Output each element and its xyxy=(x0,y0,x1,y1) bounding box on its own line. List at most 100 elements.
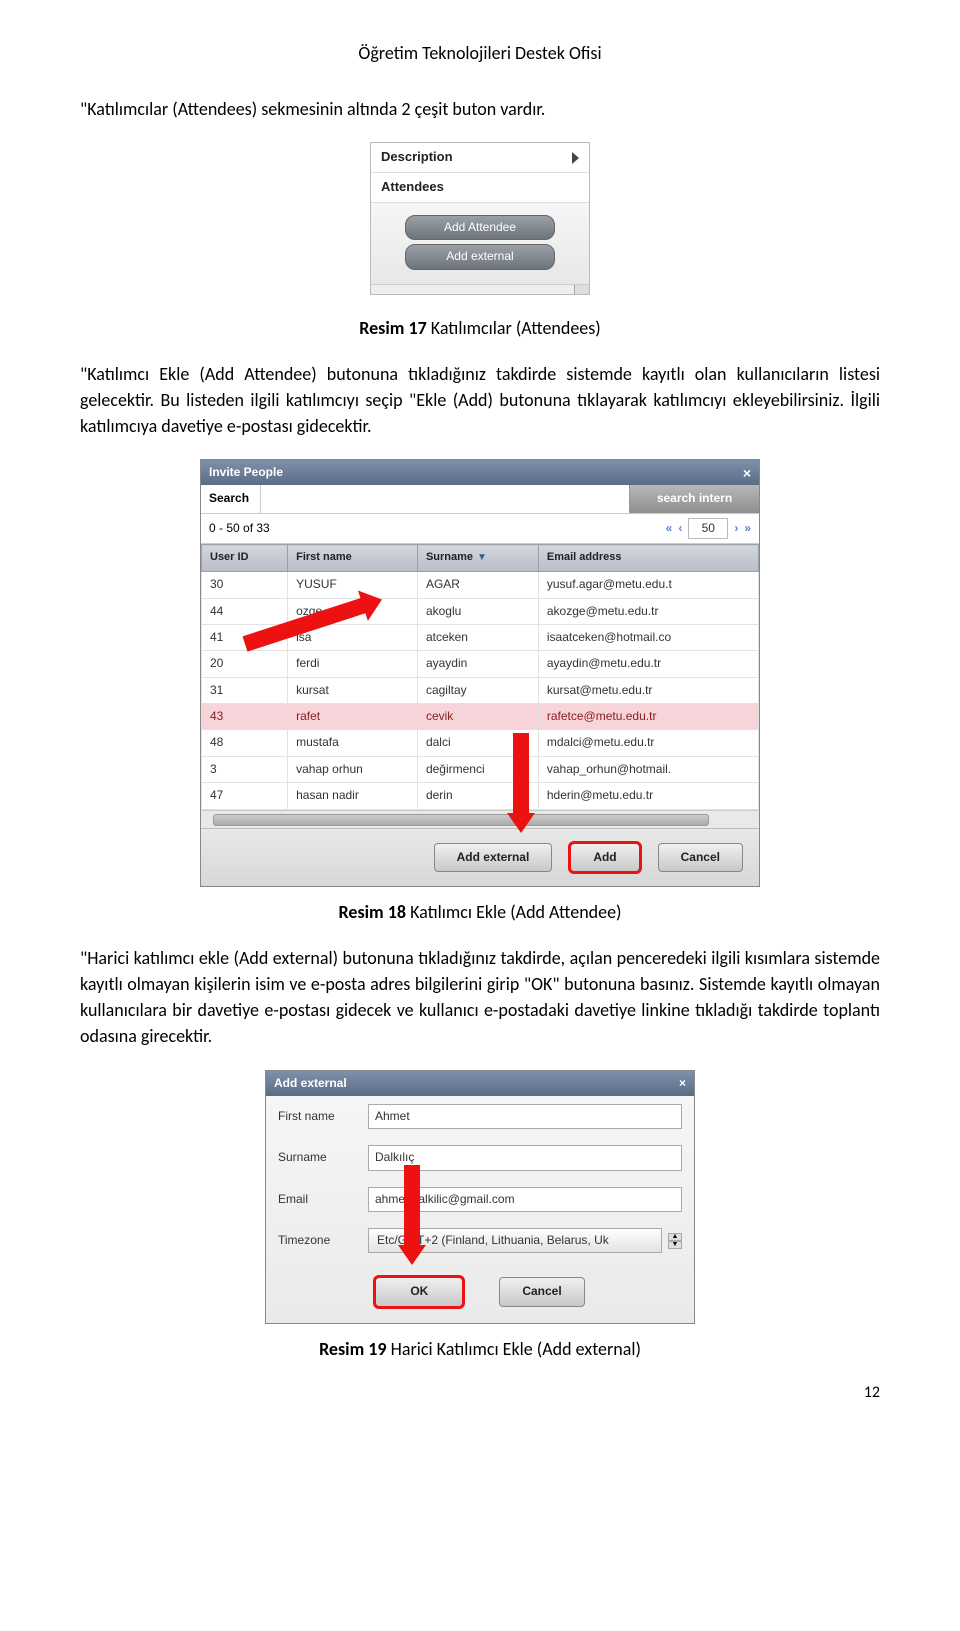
table-cell: yusuf.agar@metu.edu.t xyxy=(538,572,758,598)
attendees-panel: Description Attendees Add Attendee Add e… xyxy=(370,142,590,294)
table-cell: cevik xyxy=(417,704,538,730)
caption-text: Katılımcı Ekle (Add Attendee) xyxy=(406,901,621,923)
table-cell: 31 xyxy=(202,677,288,703)
figure-19: Add external × First name Ahmet Surname … xyxy=(80,1070,880,1362)
close-icon[interactable]: × xyxy=(679,1075,686,1092)
pager-next-icon[interactable]: › xyxy=(734,520,738,537)
table-cell: 47 xyxy=(202,783,288,809)
table-cell: 3 xyxy=(202,756,288,782)
table-cell: 48 xyxy=(202,730,288,756)
table-cell: kursat xyxy=(288,677,418,703)
table-cell: 20 xyxy=(202,651,288,677)
table-cell: ayaydin xyxy=(417,651,538,677)
table-cell: AGAR xyxy=(417,572,538,598)
caption-text: Katılımcılar (Attendees) xyxy=(427,317,601,339)
form-row-email: Email ahmet.dalkilic@gmail.com xyxy=(266,1179,694,1220)
table-cell: rafetce@metu.edu.tr xyxy=(538,704,758,730)
paragraph-3: "Harici katılımcı ekle (Add external) bu… xyxy=(80,945,880,1049)
add-button[interactable]: Add xyxy=(570,843,639,872)
table-cell: vahap orhun xyxy=(288,756,418,782)
accordion-label: Attendees xyxy=(381,178,444,197)
add-attendee-button[interactable]: Add Attendee xyxy=(405,215,555,240)
dialog-actions: OK Cancel xyxy=(266,1261,694,1320)
cancel-button[interactable]: Cancel xyxy=(658,843,743,872)
sort-asc-icon: ▼ xyxy=(477,552,487,563)
caption-label: Resim 17 xyxy=(359,317,427,339)
pager-prev-icon[interactable]: ‹ xyxy=(678,520,682,537)
email-label: Email xyxy=(278,1191,368,1208)
table-cell: kursat@metu.edu.tr xyxy=(538,677,758,703)
pager-first-icon[interactable]: « xyxy=(666,520,673,537)
spinner-icon[interactable]: ▲▼ xyxy=(668,1233,682,1249)
cancel-button[interactable]: Cancel xyxy=(499,1277,584,1306)
search-label: Search xyxy=(201,485,261,512)
table-cell: isaatceken@hotmail.co xyxy=(538,624,758,650)
table-cell: 44 xyxy=(202,598,288,624)
first-name-label: First name xyxy=(278,1108,368,1125)
dialog-actions: Add external Add Cancel xyxy=(201,828,759,886)
accordion-row-description[interactable]: Description xyxy=(371,143,589,172)
form-row-surname: Surname Dalkılıç xyxy=(266,1137,694,1178)
annotation-arrow-down-icon xyxy=(398,1165,426,1265)
col-surname[interactable]: Surname▼ xyxy=(417,545,538,572)
table-row[interactable]: 43rafetcevikrafetce@metu.edu.tr xyxy=(202,704,759,730)
accordion-label: Description xyxy=(381,148,453,167)
search-input[interactable] xyxy=(261,485,629,512)
figure-17: Description Attendees Add Attendee Add e… xyxy=(80,142,880,294)
table-cell: rafet xyxy=(288,704,418,730)
col-first-name[interactable]: First name xyxy=(288,545,418,572)
pager-range: 0 - 50 of 33 xyxy=(209,520,270,537)
table-cell: ferdi xyxy=(288,651,418,677)
table-row[interactable]: 44ozgeakogluakozge@metu.edu.tr xyxy=(202,598,759,624)
chevron-right-icon xyxy=(572,152,579,164)
accordion-row-attendees[interactable]: Attendees xyxy=(371,172,589,202)
caption-label: Resim 19 xyxy=(319,1338,387,1360)
accordion-body: Add Attendee Add external xyxy=(371,202,589,284)
table-row[interactable]: 47hasan nadirderinhderin@metu.edu.tr xyxy=(202,783,759,809)
page-number: 12 xyxy=(864,1381,880,1404)
document-header: Öğretim Teknolojileri Destek Ofisi xyxy=(80,40,880,66)
search-intern-button[interactable]: search intern xyxy=(629,485,759,512)
table-row[interactable]: 31kursatcagiltaykursat@metu.edu.tr xyxy=(202,677,759,703)
close-icon[interactable]: × xyxy=(743,466,751,480)
figure-18: Invite People × Search search intern 0 -… xyxy=(80,459,880,925)
paragraph-1: "Katılımcılar (Attendees) sekmesinin alt… xyxy=(80,96,880,122)
paragraph-2: "Katılımcı Ekle (Add Attendee) butonuna … xyxy=(80,361,880,439)
col-user-id[interactable]: User ID xyxy=(202,545,288,572)
table-cell: akoglu xyxy=(417,598,538,624)
table-cell: mustafa xyxy=(288,730,418,756)
col-email[interactable]: Email address xyxy=(538,545,758,572)
table-row[interactable]: 20ferdiayaydinayaydin@metu.edu.tr xyxy=(202,651,759,677)
caption-label: Resim 18 xyxy=(339,901,407,923)
table-row[interactable]: 30YUSUFAGARyusuf.agar@metu.edu.t xyxy=(202,572,759,598)
table-cell: vahap_orhun@hotmail. xyxy=(538,756,758,782)
page-size-input[interactable]: 50 xyxy=(688,518,728,539)
table-cell: 30 xyxy=(202,572,288,598)
add-external-button[interactable]: Add external xyxy=(405,244,555,269)
form-row-first-name: First name Ahmet xyxy=(266,1096,694,1137)
table-cell: mdalci@metu.edu.tr xyxy=(538,730,758,756)
caption-18: Resim 18 Katılımcı Ekle (Add Attendee) xyxy=(80,899,880,925)
pager-last-icon[interactable]: » xyxy=(744,520,751,537)
table-cell: 43 xyxy=(202,704,288,730)
caption-text: Harici Katılımcı Ekle (Add external) xyxy=(387,1338,641,1360)
caption-17: Resim 17 Katılımcılar (Attendees) xyxy=(80,315,880,341)
first-name-input[interactable]: Ahmet xyxy=(368,1104,682,1129)
table-cell: atceken xyxy=(417,624,538,650)
add-external-button[interactable]: Add external xyxy=(434,843,553,872)
scrollbar[interactable] xyxy=(371,284,589,294)
table-cell: YUSUF xyxy=(288,572,418,598)
table-row[interactable]: 3vahap orhundeğirmencivahap_orhun@hotmai… xyxy=(202,756,759,782)
ok-button[interactable]: OK xyxy=(375,1277,463,1306)
dialog-titlebar: Add external × xyxy=(266,1071,694,1096)
attendee-table: User ID First name Surname▼ Email addres… xyxy=(201,544,759,809)
form-row-timezone: Timezone Etc/GMT+2 (Finland, Lithuania, … xyxy=(266,1220,694,1261)
annotation-arrow-down-icon xyxy=(507,733,535,833)
table-cell: hasan nadir xyxy=(288,783,418,809)
table-row[interactable]: 48mustafadalcimdalci@metu.edu.tr xyxy=(202,730,759,756)
horizontal-scrollbar[interactable] xyxy=(201,810,759,828)
timezone-label: Timezone xyxy=(278,1232,368,1249)
pager: 0 - 50 of 33 « ‹ 50 › » xyxy=(201,514,759,544)
dialog-titlebar: Invite People × xyxy=(201,460,759,485)
search-bar: Search search intern xyxy=(201,485,759,513)
